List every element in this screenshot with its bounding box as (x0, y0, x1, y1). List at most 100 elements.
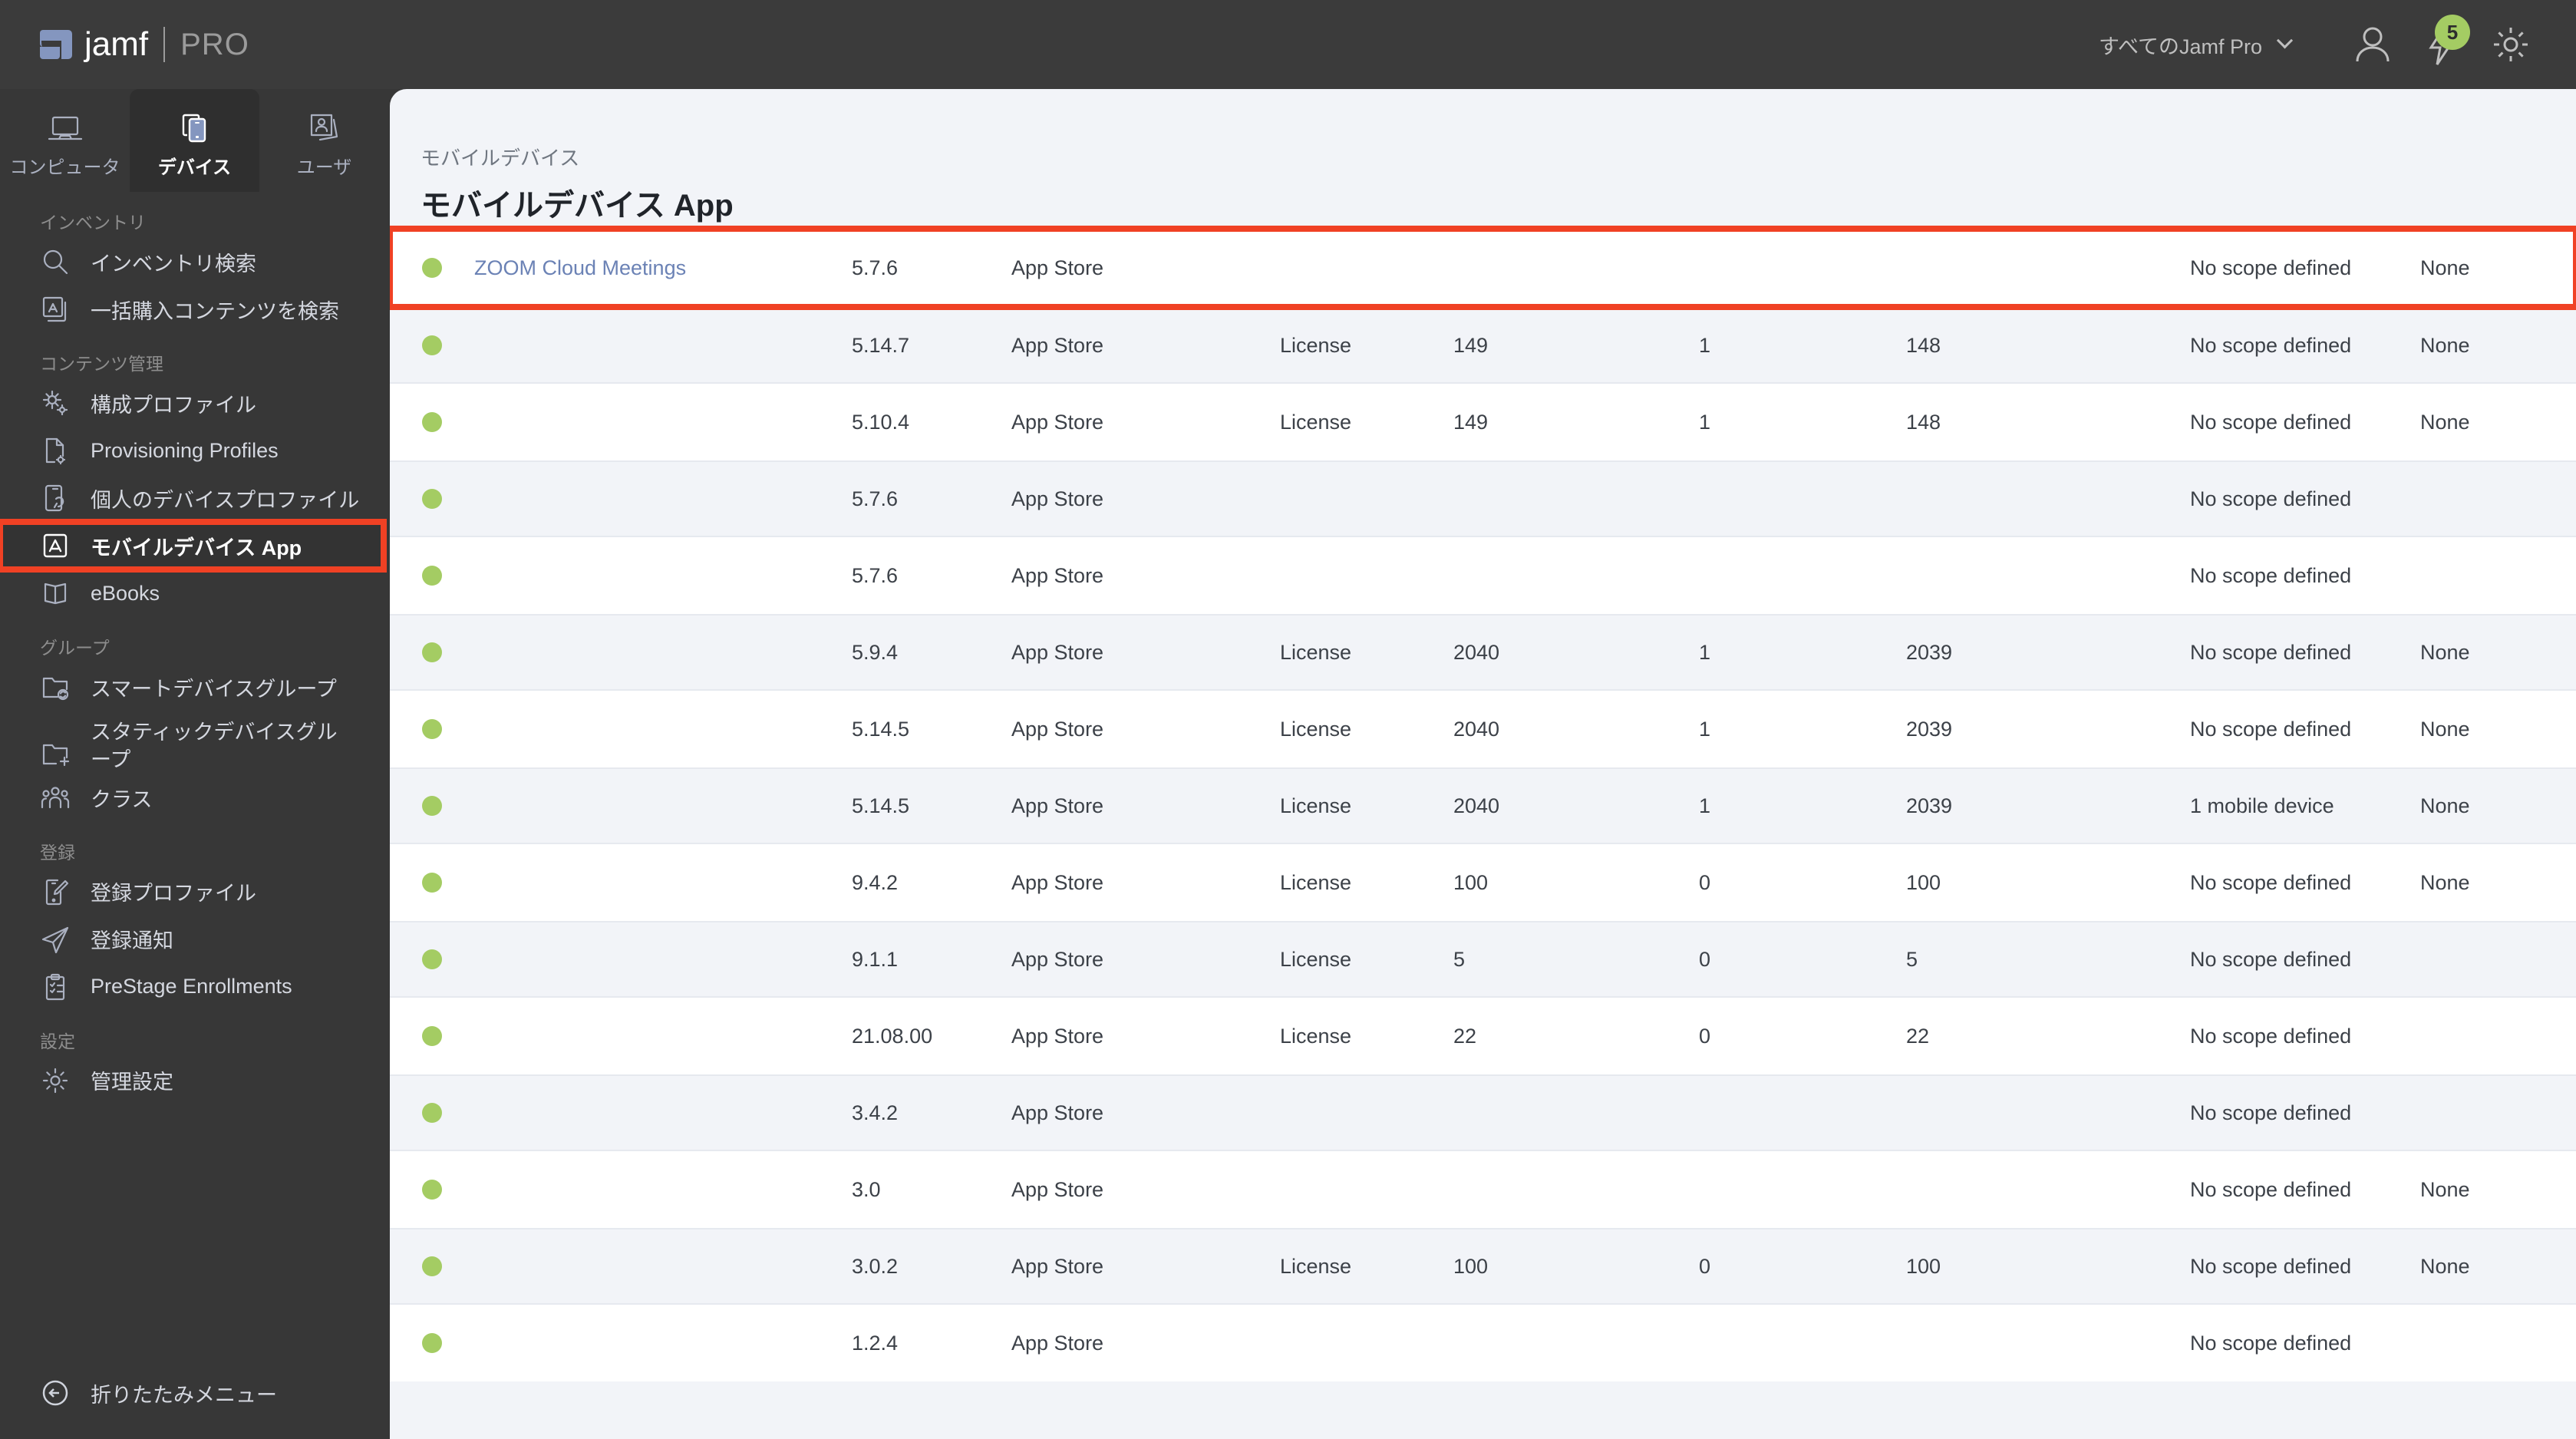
source-cell: App Store (1011, 717, 1104, 741)
used-licenses-cell: 0 (1699, 947, 1711, 971)
gears-icon (40, 388, 71, 418)
source-cell: App Store (1011, 1254, 1104, 1278)
collapse-menu-label: 折りたたみメニュー (91, 1383, 277, 1407)
pending-cell: None (2420, 794, 2470, 817)
status-dot-icon (422, 1103, 442, 1123)
table-row[interactable]: 5.7.6 App Store No scope defined (390, 537, 2576, 614)
version-cell: 3.0.2 (852, 1254, 899, 1278)
jamf-pro-logo[interactable]: jamf PRO (40, 25, 249, 64)
sidebar-section-label: 登録 (40, 842, 75, 863)
sidebar-item[interactable]: eBooks (0, 569, 390, 617)
settings-button[interactable] (2476, 10, 2545, 79)
account-button[interactable] (2338, 10, 2407, 79)
folder-sync-icon (40, 672, 71, 702)
logo-divider (163, 27, 166, 62)
total-licenses-cell: 149 (1453, 333, 1489, 357)
total-licenses-cell: 2040 (1453, 794, 1500, 817)
version-cell: 5.14.5 (852, 717, 910, 741)
status-cell (390, 642, 474, 662)
version-cell: 1.2.4 (852, 1331, 899, 1355)
sidebar-item[interactable]: インベントリ検索 (0, 238, 390, 285)
table-row[interactable]: 9.1.1 App Store License 5 0 5 No scope defined (390, 921, 2576, 998)
collapse-menu-button[interactable]: 折りたたみメニュー (40, 1378, 277, 1408)
table-row[interactable]: ZOOM Cloud Meetings 5.7.6 App Store No scop… (390, 226, 2576, 310)
version-cell: 21.08.00 (852, 1024, 933, 1048)
table-row[interactable]: 5.14.5 App Store License 2040 1 2039 1 mobile … (390, 767, 2576, 844)
collapse-arrow-icon (42, 1380, 68, 1406)
table-row[interactable]: 5.7.6 App Store No scope defined (390, 460, 2576, 537)
used-licenses-cell: 0 (1699, 1024, 1711, 1048)
status-dot-icon (422, 949, 442, 969)
sidebar-item[interactable]: スタティックデバイスグループ (0, 711, 390, 774)
license-type-cell: License (1280, 794, 1352, 817)
nav-tab-computers[interactable]: コンピュータ (0, 89, 130, 192)
license-type-cell: License (1280, 1024, 1352, 1048)
version-cell: 5.14.5 (852, 794, 910, 817)
used-licenses-cell: 1 (1699, 717, 1711, 741)
sidebar-item[interactable]: Provisioning Profiles (0, 427, 390, 474)
nav-tab-devices[interactable]: デバイス (130, 89, 259, 192)
scope-cell: No scope defined (2190, 410, 2352, 434)
sidebar-item[interactable]: クラス (0, 774, 390, 822)
sidebar-item[interactable]: PreStage Enrollments (0, 963, 390, 1011)
remaining-licenses-cell: 2039 (1906, 640, 1953, 664)
sidebar-item[interactable]: 登録プロファイル (0, 868, 390, 916)
status-cell (390, 566, 474, 586)
pending-cell: None (2420, 1254, 2470, 1278)
table-row[interactable]: 5.14.7 App Store License 149 1 148 No scope de… (390, 307, 2576, 384)
used-licenses-cell: 1 (1699, 640, 1711, 664)
version-cell: 5.10.4 (852, 410, 910, 434)
sidebar-item-label: 個人のデバイスプロファイル (91, 488, 360, 512)
source-cell: App Store (1011, 870, 1104, 894)
version-cell: 3.0 (852, 1177, 881, 1201)
table-row[interactable]: 9.4.2 App Store License 100 0 100 No scope def… (390, 844, 2576, 921)
table-row[interactable]: 5.10.4 App Store License 149 1 148 No scope de… (390, 384, 2576, 460)
table-row[interactable]: 21.08.00 App Store License 22 0 22 No scope de… (390, 998, 2576, 1074)
mobile-device-apps-table: ZOOM Cloud Meetings 5.7.6 App Store No scop… (390, 226, 2576, 1381)
sidebar-item[interactable]: 個人のデバイスプロファイル (0, 474, 390, 522)
status-dot-icon (422, 1026, 442, 1046)
table-row[interactable]: 1.2.4 App Store No scope defined (390, 1305, 2576, 1381)
personal-device-icon (40, 483, 71, 513)
table-row[interactable]: 5.9.4 App Store License 2040 1 2039 No scope d… (390, 614, 2576, 691)
table-row[interactable]: 3.0.2 App Store License 100 0 100 No scope def… (390, 1228, 2576, 1305)
scope-cell: No scope defined (2190, 256, 2352, 279)
sidebar-item[interactable]: 一括購入コンテンツを検索 (0, 285, 390, 333)
sidebar-item[interactable]: 管理設定 (0, 1057, 390, 1104)
context-selector[interactable]: すべてのJamf Pro (2099, 30, 2294, 60)
source-cell: App Store (1011, 487, 1104, 510)
scope-cell: No scope defined (2190, 487, 2352, 510)
status-cell (390, 1333, 474, 1353)
sidebar-scroll-area[interactable]: インベントリ インベントリ検索 一括購入コンテンツを検索 コンテンツ管理 構成プロファイ… (0, 204, 390, 1439)
sidebar-item[interactable]: 登録通知 (0, 916, 390, 963)
status-dot-icon (422, 796, 442, 816)
notifications-button[interactable]: 5 (2407, 10, 2476, 79)
sidebar-item[interactable]: 構成プロファイル (0, 379, 390, 427)
table-row[interactable]: 5.14.5 App Store License 2040 1 2039 No scope … (390, 691, 2576, 767)
table-row[interactable]: 3.4.2 App Store No scope defined (390, 1074, 2576, 1151)
version-cell: 5.9.4 (852, 640, 899, 664)
version-cell: 9.1.1 (852, 947, 899, 971)
users-card-icon (305, 106, 344, 147)
status-cell (390, 949, 474, 969)
status-dot-icon (422, 873, 442, 893)
sidebar-section-label: コンテンツ管理 (40, 354, 163, 374)
sidebar-item[interactable]: モバイルデバイス App (0, 519, 387, 573)
app-name-cell[interactable]: ZOOM Cloud Meetings (474, 256, 852, 280)
sidebar-item-label: 登録プロファイル (91, 882, 256, 906)
version-cell: 9.4.2 (852, 870, 899, 894)
scope-cell: No scope defined (2190, 640, 2352, 664)
notifications-badge: 5 (2435, 15, 2470, 50)
source-cell: App Store (1011, 794, 1104, 817)
table-row[interactable]: 3.0 App Store No scope defined None (390, 1151, 2576, 1228)
device-edit-icon (40, 876, 71, 907)
nav-tab-users[interactable]: ユーザ (259, 89, 389, 192)
scope-cell: 1 mobile device (2190, 794, 2334, 817)
sidebar-item[interactable]: スマートデバイスグループ (0, 663, 390, 711)
remaining-licenses-cell: 100 (1906, 870, 1941, 894)
source-cell: App Store (1011, 947, 1104, 971)
nav-tab-label: ユーザ (296, 157, 352, 178)
source-cell: App Store (1011, 640, 1104, 664)
top-bar-actions: すべてのJamf Pro 5 (2099, 10, 2545, 79)
sidebar-section-label: 設定 (40, 1031, 75, 1051)
